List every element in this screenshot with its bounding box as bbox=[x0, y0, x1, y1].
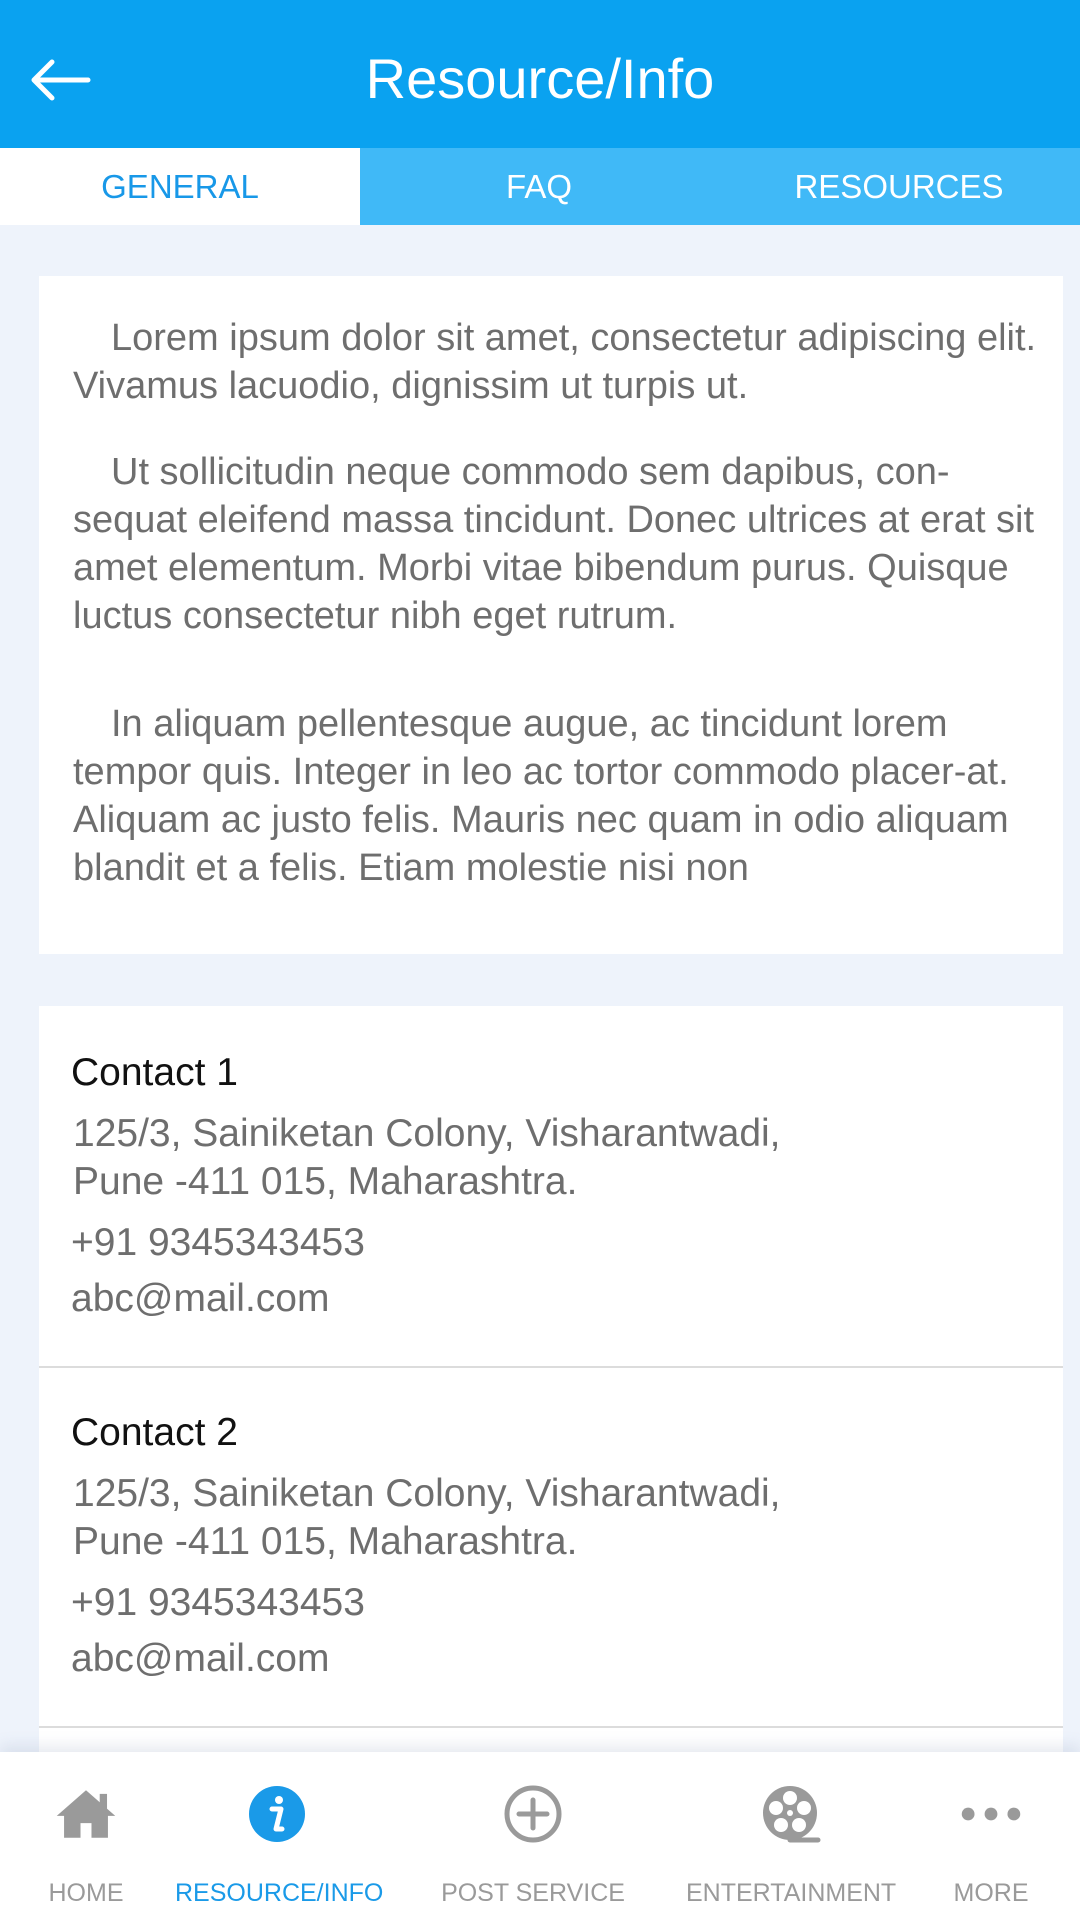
contact-address: 125/3, Sainiketan Colony, Visharantwadi,… bbox=[73, 1470, 973, 1566]
contact-phone-link[interactable]: +91 9345343453 bbox=[71, 1578, 365, 1628]
nav-label: ENTERTAINMENT bbox=[686, 1879, 897, 1907]
contact-phone-link[interactable]: +91 9345343453 bbox=[71, 1218, 365, 1268]
tab-general[interactable]: GENERAL bbox=[0, 148, 360, 225]
general-info-card: Lorem ipsum dolor sit amet, consectetur … bbox=[39, 276, 1063, 954]
app-bar: Resource/Info bbox=[0, 0, 1080, 148]
nav-label: POST SERVICE bbox=[441, 1879, 625, 1907]
contact-address: 125/3, Sainiketan Colony, Visharantwadi,… bbox=[73, 1110, 973, 1206]
info-paragraph: Ut sollicitudin neque commodo sem dapibu… bbox=[73, 451, 1035, 637]
home-icon bbox=[54, 1782, 118, 1846]
film-reel-icon bbox=[759, 1782, 823, 1846]
nav-resource-info[interactable]: RESOURCE/INFO bbox=[175, 1752, 384, 1920]
page-title: Resource/Info bbox=[365, 47, 715, 110]
info-paragraph: Lorem ipsum dolor sit amet, consectetur … bbox=[73, 317, 1037, 407]
contact-address-line: Pune -411 015, Maharashtra. bbox=[73, 1160, 578, 1203]
nav-more[interactable]: MORE bbox=[950, 1752, 1032, 1920]
nav-label: RESOURCE/INFO bbox=[175, 1879, 384, 1907]
info-paragraph: In aliquam pellentesque augue, ac tincid… bbox=[73, 703, 1009, 889]
tab-bar: GENERAL FAQ RESOURCES bbox=[0, 148, 1080, 225]
nav-post-service[interactable]: POST SERVICE bbox=[440, 1752, 626, 1920]
contact-address-line: 125/3, Sainiketan Colony, Visharantwadi, bbox=[73, 1112, 781, 1155]
contact-name: Contact 1 bbox=[71, 1051, 238, 1094]
contact-email-link[interactable]: abc@mail.com bbox=[71, 1634, 330, 1684]
nav-label: MORE bbox=[953, 1879, 1029, 1907]
nav-label: HOME bbox=[48, 1879, 124, 1907]
tab-faq[interactable]: FAQ bbox=[360, 148, 718, 225]
more-dots-icon bbox=[959, 1782, 1023, 1846]
contact-address-line: 125/3, Sainiketan Colony, Visharantwadi, bbox=[73, 1472, 781, 1515]
contact-name: Contact 2 bbox=[71, 1411, 238, 1454]
bottom-navigation: HOME RESOURCE/INFO POST SERVICE ENTERTAI… bbox=[0, 1752, 1080, 1920]
plus-circle-icon bbox=[501, 1782, 565, 1846]
nav-entertainment[interactable]: ENTERTAINMENT bbox=[686, 1752, 896, 1920]
tab-resources[interactable]: RESOURCES bbox=[718, 148, 1080, 225]
contact-item: Contact 1 125/3, Sainiketan Colony, Vish… bbox=[39, 1006, 1063, 1368]
info-icon bbox=[245, 1782, 309, 1846]
nav-home[interactable]: HOME bbox=[30, 1752, 142, 1920]
contact-email-link[interactable]: abc@mail.com bbox=[71, 1274, 330, 1324]
contact-item: Contact 2 125/3, Sainiketan Colony, Vish… bbox=[39, 1366, 1063, 1728]
contact-address-line: Pune -411 015, Maharashtra. bbox=[73, 1520, 578, 1563]
